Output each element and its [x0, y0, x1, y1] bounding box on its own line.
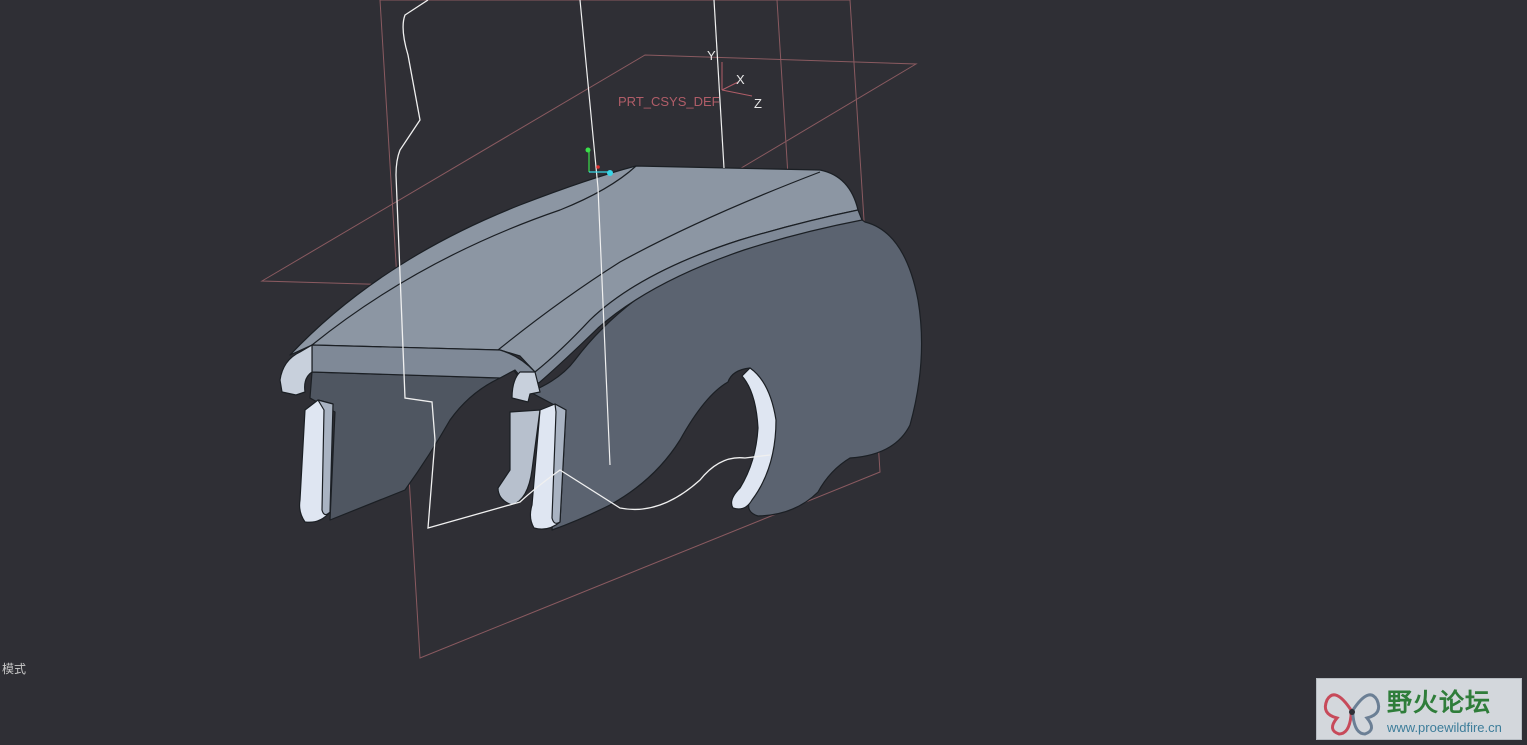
part-model[interactable] — [279, 165, 923, 531]
mode-status-label: 模式 — [2, 662, 27, 676]
origin-point — [607, 170, 613, 176]
origin-red-point — [596, 165, 600, 169]
watermark-title: 野火论坛 — [1387, 688, 1492, 717]
origin-triad — [585, 147, 613, 176]
csys-x-label: X — [736, 72, 745, 87]
csys-triad[interactable]: Y X Z PRT_CSYS_DEF — [618, 48, 762, 111]
part-right-lip — [511, 371, 541, 403]
butterfly-logo-icon — [1323, 693, 1381, 736]
csys-z-axis — [721, 89, 753, 97]
csys-name-label: PRT_CSYS_DEF — [618, 94, 720, 109]
csys-y-label: Y — [707, 48, 716, 63]
model-viewport[interactable]: Y X Z PRT_CSYS_DEF 模式 野火论坛 www.proewildf… — [0, 0, 1527, 745]
csys-z-label: Z — [754, 96, 762, 111]
watermark-badge: 野火论坛 www.proewildfire.cn — [1316, 678, 1522, 740]
origin-y-point — [585, 147, 591, 153]
watermark-url: www.proewildfire.cn — [1387, 720, 1502, 735]
model-scene[interactable]: Y X Z PRT_CSYS_DEF — [0, 0, 1527, 745]
